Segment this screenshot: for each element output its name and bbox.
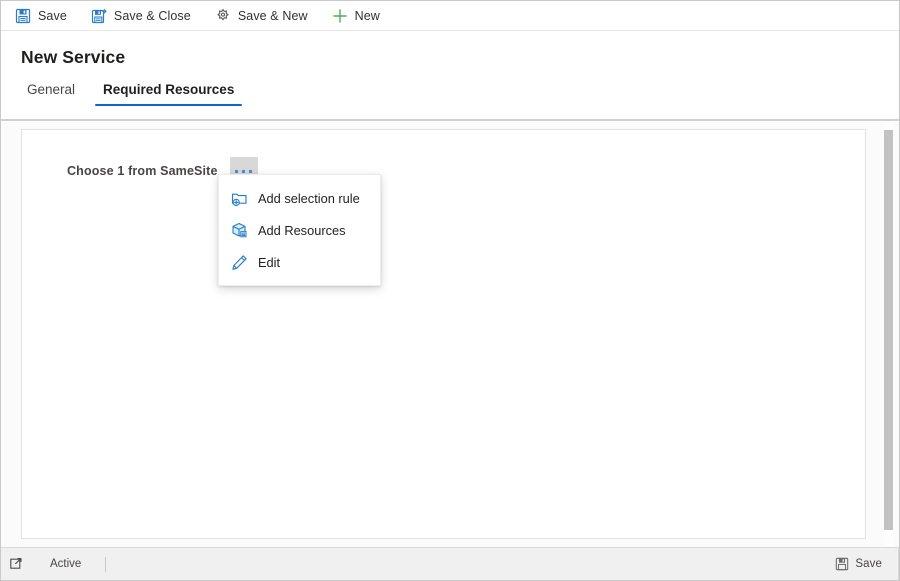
save-floppy-icon <box>15 8 31 24</box>
save-and-close-icon <box>91 8 107 24</box>
header-divider <box>1 119 899 121</box>
ellipsis-dot-2 <box>242 169 246 173</box>
status-bar: Active Save <box>1 547 899 580</box>
menu-item-edit-label: Edit <box>258 254 281 270</box>
cube-package-icon <box>231 222 248 239</box>
ellipsis-dot-1 <box>235 169 239 173</box>
tab-general[interactable]: General <box>19 82 83 106</box>
save-button-label: Save <box>38 8 67 23</box>
more-commands-menu: Add selection rule Add Resources Edit <box>218 174 381 286</box>
save-and-new-button-label: Save & New <box>237 8 308 23</box>
vertical-scrollbar-thumb[interactable] <box>884 130 893 530</box>
menu-item-add-selection-rule[interactable]: Add selection rule <box>219 182 380 214</box>
save-button[interactable]: Save <box>13 2 77 30</box>
save-and-close-button-label: Save & Close <box>113 8 191 23</box>
status-bar-separator <box>105 556 107 572</box>
new-button[interactable]: New <box>330 2 390 30</box>
new-service-form-window: Save Save & Close Save & New New New Ser… <box>0 0 900 581</box>
menu-item-add-resources-label: Add Resources <box>258 222 346 238</box>
tab-required-resources-label: Required Resources <box>103 82 235 97</box>
tabstrip: General Required Resources <box>19 82 254 106</box>
tab-required-resources[interactable]: Required Resources <box>95 82 243 106</box>
footer-save-button[interactable]: Save <box>831 554 886 574</box>
footer-save-label: Save <box>855 558 882 570</box>
popout-expand-icon[interactable] <box>6 553 28 575</box>
status-bar-right-separator <box>898 547 899 580</box>
menu-item-add-resources[interactable]: Add Resources <box>219 214 380 246</box>
form-body: Choose 1 from SameSite <box>1 122 899 547</box>
required-resources-canvas: Choose 1 from SameSite <box>21 129 866 539</box>
record-status-text: Active <box>50 558 82 570</box>
new-button-label: New <box>354 8 380 23</box>
save-floppy-icon <box>835 557 849 571</box>
vertical-scrollbar[interactable] <box>884 123 893 546</box>
command-bar: Save Save & Close Save & New New <box>1 1 899 31</box>
folder-add-icon <box>231 190 248 207</box>
save-and-new-button[interactable]: Save & New <box>213 2 318 30</box>
page-title: New Service <box>21 47 126 67</box>
requirement-group-label: Choose 1 from SameSite <box>67 164 218 178</box>
ellipsis-dot-3 <box>249 169 253 173</box>
menu-item-add-selection-rule-label: Add selection rule <box>258 190 360 206</box>
tab-general-label: General <box>27 82 76 97</box>
plus-icon <box>332 8 348 24</box>
pencil-edit-icon <box>231 254 248 271</box>
save-and-close-button[interactable]: Save & Close <box>89 2 201 30</box>
save-and-new-icon <box>215 8 231 24</box>
form-header: New Service General Required Resources <box>1 32 899 120</box>
menu-item-edit[interactable]: Edit <box>219 246 380 278</box>
